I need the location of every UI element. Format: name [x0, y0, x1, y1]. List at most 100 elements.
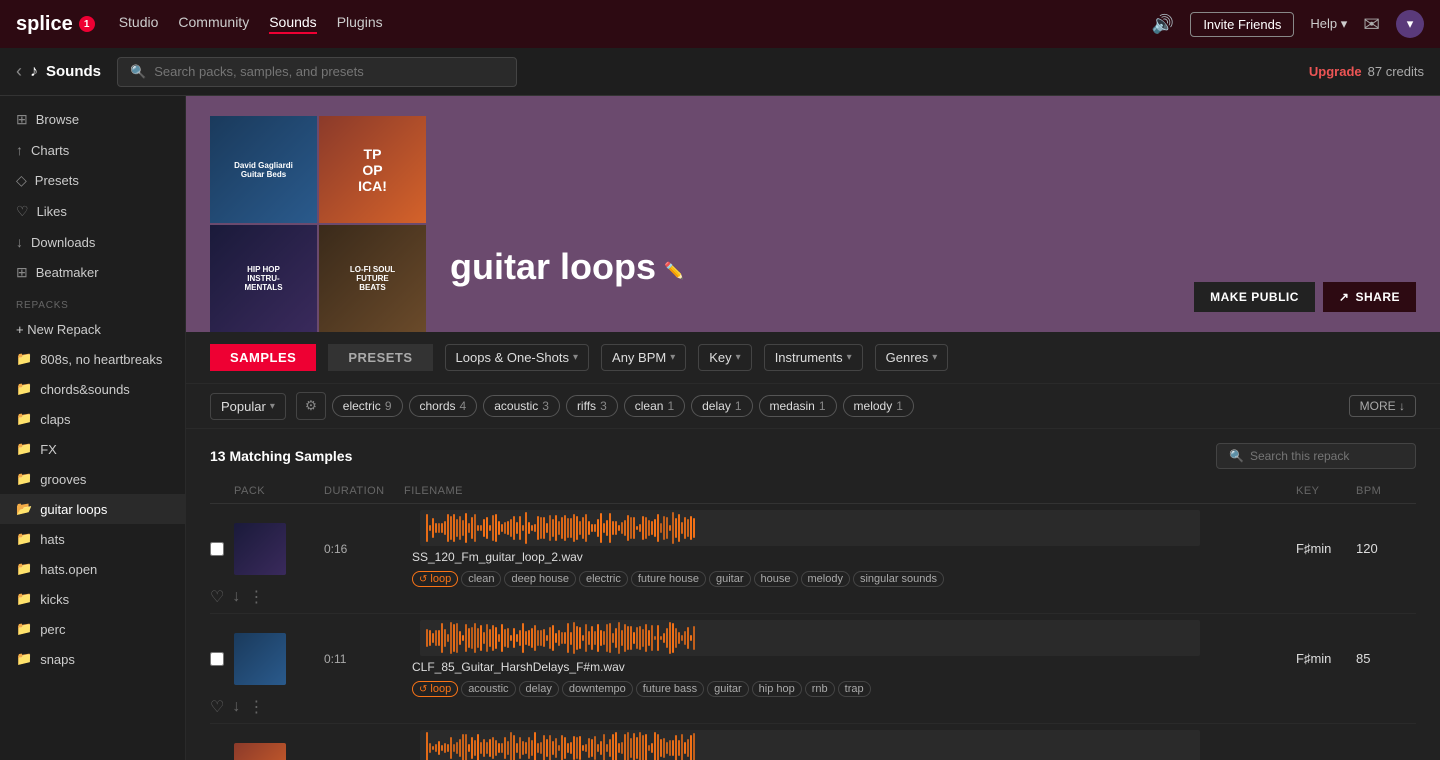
sidebar: ⊞ Browse ↑ Charts ◇ Presets ♡ Likes ↓ Do… [0, 96, 186, 760]
logo-text: splice [16, 13, 73, 36]
sort-label: Popular [221, 399, 266, 414]
sample-checkbox-2[interactable] [210, 652, 224, 666]
tag-melody[interactable]: melody 1 [843, 395, 914, 417]
repack-hats-open[interactable]: 📁 hats.open [0, 554, 185, 584]
repack-808s[interactable]: 📁 808s, no heartbreaks [0, 344, 185, 374]
tag-melody-1[interactable]: melody [801, 571, 850, 587]
upgrade-button[interactable]: Upgrade [1309, 64, 1362, 79]
make-public-button[interactable]: MAKE PUBLIC [1194, 282, 1315, 312]
more-button-2[interactable]: ⋮ [248, 697, 264, 717]
instruments-filter[interactable]: Instruments ▾ [764, 344, 863, 371]
tag-guitar-1[interactable]: guitar [709, 571, 751, 587]
tag-chords[interactable]: chords 4 [409, 395, 478, 417]
loop-tag-2[interactable]: ↺ loop [412, 681, 458, 697]
sidebar-item-browse[interactable]: ⊞ Browse [0, 104, 185, 135]
key-filter[interactable]: Key ▾ [698, 344, 751, 371]
repack-kicks[interactable]: 📁 kicks [0, 584, 185, 614]
loops-chevron-icon: ▾ [573, 352, 578, 363]
nav-links: Studio Community Sounds Plugins [119, 14, 1128, 34]
folder-icon-4: 📁 [16, 441, 32, 457]
nav-plugins[interactable]: Plugins [337, 14, 383, 34]
tag-trap-2[interactable]: trap [838, 681, 871, 697]
repack-perc[interactable]: 📁 perc [0, 614, 185, 644]
tag-singular-1[interactable]: singular sounds [853, 571, 944, 587]
download-button-2[interactable]: ↓ [232, 698, 240, 716]
tag-house-1[interactable]: house [754, 571, 798, 587]
share-button[interactable]: ↗ SHARE [1323, 282, 1416, 312]
waveform-bars-1 [420, 510, 1200, 546]
tag-electric[interactable]: electric 9 [332, 395, 403, 417]
like-button-2[interactable]: ♡ [210, 697, 224, 717]
tag-medasin[interactable]: medasin 1 [759, 395, 837, 417]
genres-filter[interactable]: Genres ▾ [875, 344, 949, 371]
invite-friends-button[interactable]: Invite Friends [1190, 12, 1294, 37]
tag-electric-1[interactable]: electric [579, 571, 628, 587]
repack-chords-sounds[interactable]: 📁 chords&sounds [0, 374, 185, 404]
repack-label-hats-open: hats.open [40, 562, 97, 577]
loops-filter[interactable]: Loops & One-Shots ▾ [445, 344, 590, 371]
nav-sounds[interactable]: Sounds [269, 14, 316, 34]
waveform-3[interactable] [420, 730, 1200, 760]
tag-delay-2[interactable]: delay [519, 681, 559, 697]
waveform-1[interactable] [420, 510, 1200, 546]
sounds-section-title: ♪ Sounds [30, 63, 101, 81]
tag-acoustic[interactable]: acoustic 3 [483, 395, 560, 417]
nav-community[interactable]: Community [178, 14, 249, 34]
sidebar-item-beatmaker[interactable]: ⊞ Beatmaker [0, 257, 185, 288]
nav-studio[interactable]: Studio [119, 14, 159, 34]
sidebar-item-likes[interactable]: ♡ Likes [0, 196, 185, 227]
tab-samples[interactable]: SAMPLES [210, 344, 316, 371]
like-button-1[interactable]: ♡ [210, 587, 224, 607]
tag-guitar-2[interactable]: guitar [707, 681, 749, 697]
tag-deephouse-1[interactable]: deep house [504, 571, 576, 587]
user-avatar[interactable]: ▾ [1396, 10, 1424, 38]
search-repack-input[interactable] [1250, 449, 1403, 463]
sidebar-item-downloads[interactable]: ↓ Downloads [0, 227, 185, 257]
presets-icon: ◇ [16, 172, 27, 189]
repack-guitar-loops[interactable]: 📂 guitar loops [0, 494, 185, 524]
search-repack-box[interactable]: 🔍 [1216, 443, 1416, 469]
collage-img-1: David GagliardiGuitar Beds [210, 116, 317, 223]
tag-futurehouse-1[interactable]: future house [631, 571, 706, 587]
sort-dropdown[interactable]: Popular ▾ [210, 393, 286, 420]
sidebar-item-charts[interactable]: ↑ Charts [0, 135, 185, 165]
help-button[interactable]: Help ▾ [1310, 16, 1347, 32]
back-button[interactable]: ‹ [16, 61, 22, 82]
new-repack-button[interactable]: + New Repack [0, 315, 185, 344]
tab-presets[interactable]: PRESETS [328, 344, 432, 371]
logo[interactable]: splice 1 [16, 13, 95, 36]
sidebar-item-presets[interactable]: ◇ Presets [0, 165, 185, 196]
col-duration: DURATION [324, 485, 404, 497]
tag-hiphop-2[interactable]: hip hop [752, 681, 802, 697]
tag-clean[interactable]: clean 1 [624, 395, 685, 417]
mail-icon[interactable]: ✉ [1363, 12, 1380, 37]
tag-delay[interactable]: delay 1 [691, 395, 752, 417]
loop-tag-1[interactable]: ↺ loop [412, 571, 458, 587]
volume-icon[interactable]: 🔊 [1152, 14, 1174, 35]
sample-checkbox-1[interactable] [210, 542, 224, 556]
download-button-1[interactable]: ↓ [232, 588, 240, 606]
tag-acoustic-2[interactable]: acoustic [461, 681, 515, 697]
search-box[interactable]: 🔍 [117, 57, 517, 87]
repack-claps[interactable]: 📁 claps [0, 404, 185, 434]
search-input[interactable] [154, 64, 504, 79]
repack-snaps[interactable]: 📁 snaps [0, 644, 185, 674]
sample-info-3: HHI2_96_C_Guitar_Lp.wav ↺ loop ambient d… [404, 730, 1216, 760]
waveform-2[interactable] [420, 620, 1200, 656]
hero-title: guitar loops [450, 246, 656, 288]
repack-fx[interactable]: 📁 FX [0, 434, 185, 464]
repack-hats[interactable]: 📁 hats [0, 524, 185, 554]
tag-futurebass-2[interactable]: future bass [636, 681, 704, 697]
bpm-filter[interactable]: Any BPM ▾ [601, 344, 686, 371]
more-tags-button[interactable]: MORE ↓ [1349, 395, 1416, 417]
more-button-1[interactable]: ⋮ [248, 587, 264, 607]
filter-settings-button[interactable]: ⚙ [296, 392, 326, 420]
repack-grooves[interactable]: 📁 grooves [0, 464, 185, 494]
tag-riffs[interactable]: riffs 3 [566, 395, 618, 417]
col-pack: PACK [234, 485, 324, 497]
charts-icon: ↑ [16, 142, 23, 158]
tag-clean-1[interactable]: clean [461, 571, 501, 587]
tag-downtempo-2[interactable]: downtempo [562, 681, 633, 697]
edit-icon[interactable]: ✏️ [664, 261, 684, 281]
tag-rnb-2[interactable]: rnb [805, 681, 835, 697]
